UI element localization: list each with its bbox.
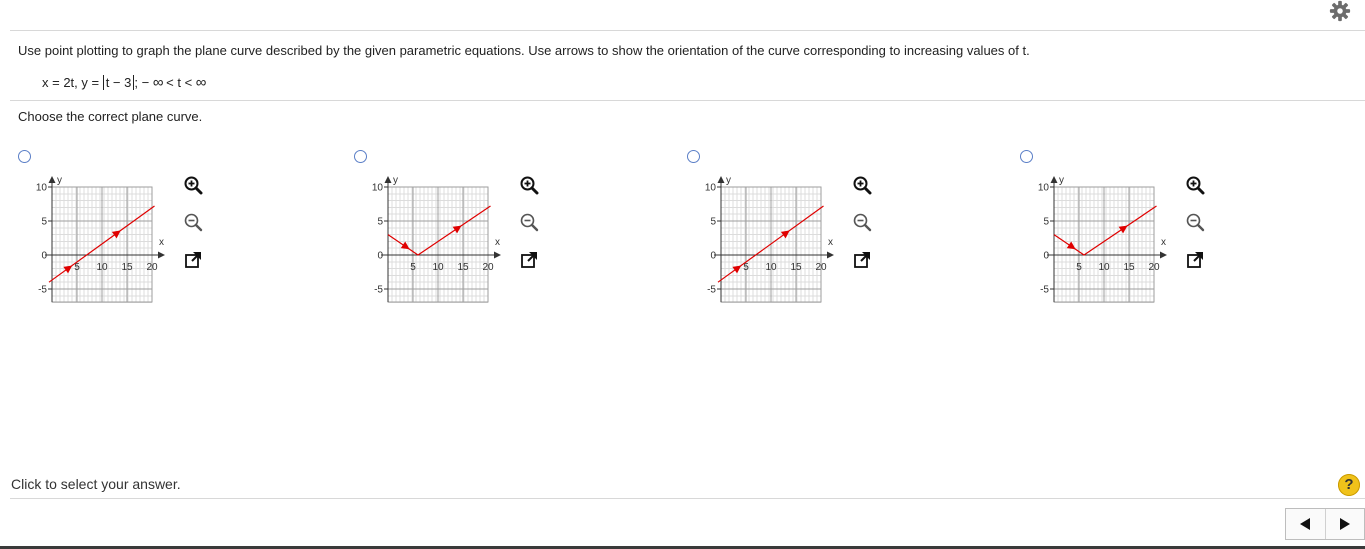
y-tick-label: 5: [1043, 217, 1049, 228]
zoom-out-icon[interactable]: [519, 212, 539, 232]
zoom-in-icon[interactable]: [852, 175, 872, 195]
x-tick-label: 15: [790, 262, 802, 273]
axes: [45, 176, 165, 302]
answer-radio[interactable]: [1020, 150, 1033, 163]
question-navigation: [1285, 508, 1365, 540]
infinity-symbol: ∞: [152, 74, 164, 91]
zoom-out-icon[interactable]: [1185, 212, 1205, 232]
x-axis-label: x: [828, 237, 833, 248]
x-tick-label: 15: [457, 262, 469, 273]
y-tick-label: -5: [374, 285, 383, 296]
graph-option-b[interactable]: y x 10 5 0 -5 5 10 15 20: [341, 170, 511, 310]
pop-out-icon[interactable]: [183, 250, 203, 270]
y-axis-label: y: [726, 175, 731, 186]
equation-divider: [10, 100, 1365, 101]
footer-divider: [10, 498, 1365, 499]
y-tick-label: 5: [377, 217, 383, 228]
graph-option-a[interactable]: y x 10 5 0 -5 5 10 15 20: [5, 170, 175, 310]
graph-option-d[interactable]: y x 10 5 0 -5 5 10 15 20: [1007, 170, 1177, 310]
equation-x-part: x = 2t, y =: [42, 75, 103, 90]
y-tick-label: 10: [36, 183, 48, 194]
zoom-in-icon[interactable]: [519, 175, 539, 195]
plane-curve: [1053, 205, 1157, 256]
x-tick-label: 10: [96, 262, 108, 273]
orientation-arrow: [732, 265, 742, 274]
orientation-arrow: [63, 265, 73, 274]
previous-button[interactable]: [1286, 509, 1325, 539]
pop-out-icon[interactable]: [519, 250, 539, 270]
x-axis-label: x: [1161, 237, 1166, 248]
graph-option-c[interactable]: y x 10 5 0 -5 5 10 15 20: [674, 170, 844, 310]
x-tick-label: 15: [1123, 262, 1135, 273]
y-tick-label: -5: [1040, 285, 1049, 296]
x-axis-label: x: [159, 237, 164, 248]
plane-curve-graph[interactable]: y x 10 5 0 -5 5 10 15 20: [1007, 170, 1177, 310]
y-tick-label: -5: [38, 285, 47, 296]
x-tick-label: 20: [482, 262, 494, 273]
axes: [714, 176, 834, 302]
answer-radio[interactable]: [354, 150, 367, 163]
x-tick-label: 15: [121, 262, 133, 273]
next-button[interactable]: [1326, 509, 1365, 539]
y-tick-label: 10: [1038, 183, 1050, 194]
y-tick-label: 0: [1043, 251, 1049, 262]
equation-abs-value: t − 3: [102, 75, 135, 90]
help-button[interactable]: ?: [1338, 474, 1360, 496]
plane-curve-graph[interactable]: yx1050-55 10 15 20: [5, 170, 175, 310]
equation-inequality: < t <: [162, 75, 196, 90]
x-tick-label: 5: [1076, 262, 1082, 273]
gear-icon[interactable]: [1329, 0, 1351, 22]
y-axis-label: y: [393, 175, 398, 186]
y-tick-label: 5: [41, 217, 47, 228]
plane-curve-graph[interactable]: y x 10 5 0 -5 5 10 15 20: [341, 170, 511, 310]
plane-curve-graph[interactable]: yx1050-55 10 15 20: [674, 170, 844, 310]
x-tick-label: 20: [1148, 262, 1160, 273]
x-tick-label: 10: [765, 262, 777, 273]
y-tick-label: 0: [41, 251, 47, 262]
y-tick-label: 0: [710, 251, 716, 262]
answer-radio[interactable]: [18, 150, 31, 163]
infinity-symbol: ∞: [195, 74, 207, 91]
click-to-select-hint: Click to select your answer.: [11, 476, 181, 492]
y-tick-label: 10: [372, 183, 384, 194]
x-tick-label: 20: [815, 262, 827, 273]
zoom-in-icon[interactable]: [1185, 175, 1205, 195]
triangle-left-icon: [1300, 518, 1311, 530]
plane-curve: [387, 205, 491, 256]
x-tick-label: 10: [1098, 262, 1110, 273]
x-tick-label: 10: [432, 262, 444, 273]
top-divider: [10, 30, 1365, 31]
triangle-right-icon: [1339, 518, 1350, 530]
parametric-equation: x = 2t, y = t − 3; − ∞ < t < ∞: [42, 74, 207, 91]
y-tick-label: 5: [710, 217, 716, 228]
y-tick-label: -5: [707, 285, 716, 296]
y-tick-label: 0: [377, 251, 383, 262]
question-prompt: Choose the correct plane curve.: [18, 109, 203, 124]
pop-out-icon[interactable]: [852, 250, 872, 270]
x-axis-label: x: [495, 237, 500, 248]
equation-after-abs: ; −: [134, 75, 150, 90]
x-tick-label: 5: [410, 262, 416, 273]
pop-out-icon[interactable]: [1185, 250, 1205, 270]
y-tick-label: 10: [705, 183, 717, 194]
y-axis-label: y: [1059, 175, 1064, 186]
x-tick-label: 20: [146, 262, 158, 273]
answer-radio[interactable]: [687, 150, 700, 163]
question-instruction: Use point plotting to graph the plane cu…: [18, 43, 1030, 58]
zoom-in-icon[interactable]: [183, 175, 203, 195]
y-axis-label: y: [57, 175, 62, 186]
zoom-out-icon[interactable]: [852, 212, 872, 232]
zoom-out-icon[interactable]: [183, 212, 203, 232]
